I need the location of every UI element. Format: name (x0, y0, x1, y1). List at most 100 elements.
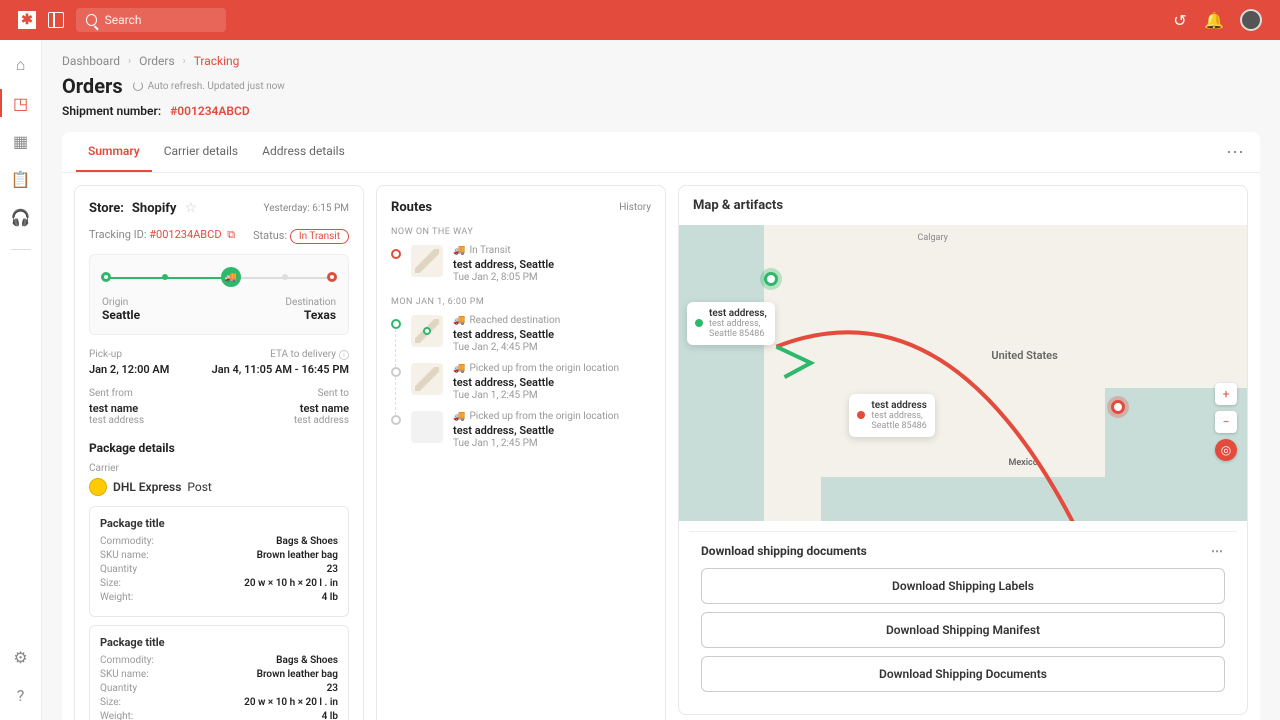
map-pin-card[interactable]: test address,test address,Seattle 85486 (687, 302, 775, 345)
store-label: Store: (89, 201, 124, 216)
tab-summary[interactable]: Summary (76, 132, 152, 172)
chevron-right-icon: › (128, 56, 131, 67)
dest-city: Texas (285, 308, 336, 322)
star-icon[interactable]: ☆ (184, 200, 197, 216)
route-dot-icon (391, 319, 401, 329)
refresh-note: Auto refresh. Updated just now (133, 81, 285, 92)
sidebar-settings-icon[interactable]: ⚙ (11, 647, 31, 667)
route-item: 🚚Reached destination test address, Seatt… (391, 315, 651, 353)
map-locate-icon[interactable]: ◎ (1215, 439, 1237, 461)
refresh-icon (133, 81, 143, 91)
avatar[interactable] (1240, 9, 1262, 31)
sidebar-divider (11, 249, 31, 250)
page-title: Orders (62, 74, 123, 98)
progress-origin-node (101, 272, 111, 282)
tracking-id-label: Tracking ID: (89, 228, 147, 241)
sidebar-home-icon[interactable]: ⌂ (11, 55, 31, 75)
progress-dest-node (327, 272, 337, 282)
search-box[interactable] (76, 8, 226, 32)
downloads-section: Download shipping documents ⋯ Download S… (689, 531, 1237, 704)
sidebar-store-icon[interactable]: ▦ (11, 131, 31, 151)
main-content: Dashboard › Orders › Tracking Orders Aut… (42, 40, 1280, 720)
info-icon[interactable]: i (339, 350, 349, 360)
panel-toggle-icon[interactable] (48, 12, 64, 28)
package-item: Package title Commodity:Bags & Shoes SKU… (89, 506, 349, 617)
eta-time: Jan 4, 11:05 AM - 16:45 PM (212, 363, 349, 376)
sent-to-name: test name (294, 402, 349, 415)
breadcrumb-dashboard[interactable]: Dashboard (62, 54, 120, 68)
map-controls: + − ◎ (1215, 383, 1237, 461)
download-documents-button[interactable]: Download Shipping Documents (701, 656, 1225, 692)
route-dot-icon (391, 367, 401, 377)
sent-from-name: test name (89, 402, 144, 415)
history-icon[interactable]: ↺ (1172, 12, 1188, 28)
route-item: 🚚Picked up from the origin location test… (391, 363, 651, 401)
map-zoom-out-icon[interactable]: − (1215, 411, 1237, 433)
route-dot-icon (391, 415, 401, 425)
store-name: Shopify (132, 201, 177, 216)
truck-icon: 🚚 (453, 411, 465, 422)
search-input[interactable] (105, 13, 216, 27)
tab-address-details[interactable]: Address details (250, 132, 357, 172)
shipment-number: #001234ABCD (170, 104, 250, 118)
map-pin-card[interactable]: test addresstest address,Seattle 85486 (849, 394, 935, 437)
progress-node (282, 274, 288, 280)
map-title: Map & artifacts (679, 186, 1247, 225)
map-dest-pin[interactable] (1111, 400, 1125, 414)
history-link[interactable]: History (619, 202, 651, 213)
breadcrumb: Dashboard › Orders › Tracking (62, 54, 1260, 68)
progress-current-node: 🚚 (221, 267, 241, 287)
breadcrumb-orders[interactable]: Orders (139, 54, 175, 68)
routes-now-label: NOW ON THE WAY (391, 227, 651, 237)
tab-carrier-details[interactable]: Carrier details (152, 132, 250, 172)
sidebar-help-icon[interactable]: ? (11, 685, 31, 705)
sidebar: ⌂ ◳ ▦ 📋 🎧 ⚙ ? (0, 40, 42, 720)
route-item: 🚚Picked up from the origin location test… (391, 411, 651, 449)
tab-more-icon[interactable]: ⋯ (1226, 142, 1246, 163)
carrier-name: DHL Express (113, 480, 181, 494)
sidebar-clipboard-icon[interactable]: 📋 (11, 169, 31, 189)
package-details-title: Package details (89, 441, 349, 455)
truck-icon: 🚚 (453, 363, 465, 374)
routes-day-label: MON JAN 1, 6:00 PM (391, 297, 651, 307)
truck-icon: 🚚 (453, 245, 465, 256)
map-zoom-in-icon[interactable]: + (1215, 383, 1237, 405)
status-label: Status: (253, 229, 287, 242)
route-dot-icon (391, 249, 401, 259)
tracking-id: #001234ABCD (149, 228, 221, 241)
map-label: United States (991, 349, 1057, 362)
download-labels-button[interactable]: Download Shipping Labels (701, 568, 1225, 604)
route-thumb (411, 245, 443, 277)
truck-icon: 🚚 (453, 315, 465, 326)
download-manifest-button[interactable]: Download Shipping Manifest (701, 612, 1225, 648)
logo[interactable]: ✱ (18, 11, 36, 29)
package-item: Package title Commodity:Bags & Shoes SKU… (89, 625, 349, 720)
routes-card: Routes History NOW ON THE WAY 🚚In Transi… (376, 185, 666, 720)
routes-title: Routes (391, 200, 432, 215)
progress-node (162, 274, 168, 280)
carrier-type: Post (187, 480, 211, 494)
map[interactable]: Calgary United States Mexico t (679, 225, 1247, 521)
copy-icon[interactable]: ⧉ (227, 228, 235, 241)
origin-city: Seattle (102, 308, 140, 322)
chevron-right-icon: › (183, 56, 186, 67)
route-thumb (411, 363, 443, 395)
bell-icon[interactable]: 🔔 (1206, 12, 1222, 28)
shipment-number-row: Shipment number: #001234ABCD (62, 104, 1260, 118)
route-item: 🚚In Transit test address, SeattleTue Jan… (391, 245, 651, 283)
store-card: Store: Shopify ☆ Yesterday: 6:15 PM Trac… (74, 185, 364, 720)
store-updated: Yesterday: 6:15 PM (264, 203, 349, 214)
more-icon[interactable]: ⋯ (1211, 544, 1225, 558)
search-icon (86, 14, 97, 26)
status-badge: In Transit (290, 229, 349, 244)
topbar: ✱ ↺ 🔔 (0, 0, 1280, 40)
map-card: Map & artifacts Calgary United States Me… (678, 185, 1248, 715)
pickup-time: Jan 2, 12:00 AM (89, 363, 169, 376)
route-thumb (411, 315, 443, 347)
carrier-badge-icon (89, 478, 107, 496)
downloads-title: Download shipping documents (701, 544, 867, 558)
progress-tracker: 🚚 OriginSeattle DestinationTexas (89, 254, 349, 335)
sidebar-headset-icon[interactable]: 🎧 (11, 207, 31, 227)
sidebar-orders-icon[interactable]: ◳ (11, 93, 31, 113)
map-label: Calgary (918, 233, 948, 243)
